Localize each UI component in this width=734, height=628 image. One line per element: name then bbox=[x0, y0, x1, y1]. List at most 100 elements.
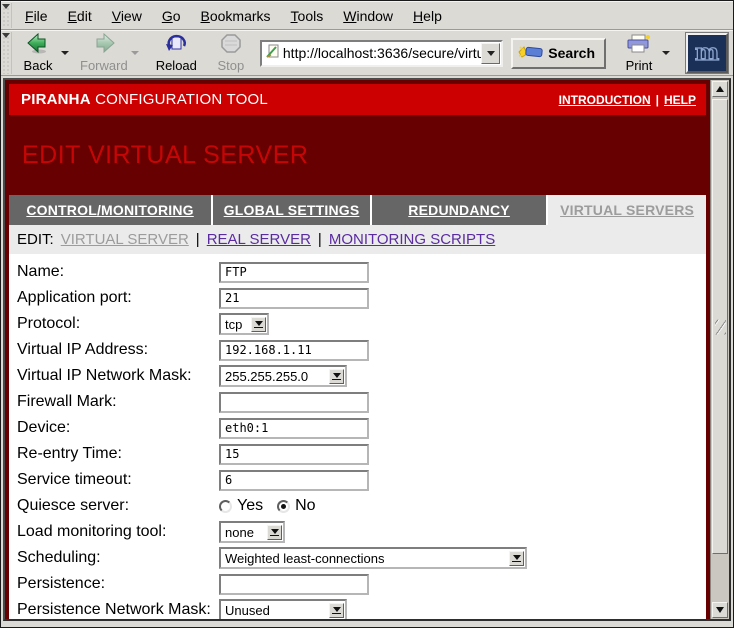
field-label: Load monitoring tool: bbox=[17, 523, 219, 541]
real-server-link[interactable]: REAL SERVER bbox=[207, 231, 311, 248]
back-button[interactable]: Back bbox=[15, 32, 61, 74]
menu-go[interactable]: Go bbox=[152, 3, 191, 29]
reentry-time-input[interactable] bbox=[219, 444, 369, 465]
mozilla-logo[interactable]: m bbox=[686, 33, 728, 73]
menu-file[interactable]: File bbox=[15, 3, 58, 29]
application-port-input[interactable] bbox=[219, 288, 369, 309]
persistence-mask-value: Unused bbox=[221, 603, 329, 618]
field-label: Quiesce server: bbox=[17, 497, 219, 515]
field-label: Virtual IP Address: bbox=[17, 341, 219, 359]
tab-redundancy[interactable]: REDUNDANCY bbox=[372, 195, 546, 225]
form-row-virtual-ip-mask: Virtual IP Network Mask: 255.255.255.0 bbox=[9, 363, 706, 389]
load-monitoring-tool-value: none bbox=[221, 525, 267, 540]
print-dropdown-caret-icon[interactable] bbox=[662, 51, 670, 55]
dropdown-arrow-icon bbox=[329, 369, 344, 384]
quiesce-yes-radio[interactable] bbox=[219, 500, 232, 513]
menu-tools[interactable]: Tools bbox=[281, 3, 334, 29]
field-label: Scheduling: bbox=[17, 549, 219, 567]
protocol-select[interactable]: tcp bbox=[219, 313, 269, 335]
menu-view[interactable]: View bbox=[102, 3, 152, 29]
help-link[interactable]: HELP bbox=[664, 93, 696, 107]
page-title: EDIT VIRTUAL SERVER bbox=[22, 141, 706, 170]
field-label: Persistence Network Mask: bbox=[17, 601, 219, 619]
toolbar-grippy[interactable] bbox=[2, 3, 12, 28]
form-row-application-port: Application port: bbox=[9, 285, 706, 311]
forward-dropdown-caret-icon[interactable] bbox=[131, 51, 139, 55]
stop-icon bbox=[220, 33, 242, 57]
search-button[interactable]: Search bbox=[511, 38, 606, 69]
content-panel: CONTROL/MONITORING GLOBAL SETTINGS REDUN… bbox=[9, 195, 706, 619]
quiesce-no-label: No bbox=[295, 497, 315, 515]
dropdown-arrow-icon bbox=[329, 603, 344, 618]
field-label: Application port: bbox=[17, 289, 219, 307]
reload-button[interactable]: Reload bbox=[153, 32, 200, 74]
scroll-up-button[interactable] bbox=[712, 81, 728, 97]
form-row-firewall-mark: Firewall Mark: bbox=[9, 389, 706, 415]
device-input[interactable] bbox=[219, 418, 369, 439]
form-row-persistence-mask: Persistence Network Mask: Unused bbox=[9, 597, 706, 619]
arrow-up-icon bbox=[716, 86, 724, 92]
app-title: PIRANHA CONFIGURATION TOOL bbox=[21, 91, 268, 108]
menu-bookmarks[interactable]: Bookmarks bbox=[191, 3, 281, 29]
vertical-scrollbar[interactable] bbox=[710, 80, 729, 619]
print-button[interactable]: Print bbox=[616, 32, 662, 74]
forward-arrow-icon bbox=[92, 33, 116, 57]
menu-window[interactable]: Window bbox=[333, 3, 403, 29]
quiesce-radio-group: Yes No bbox=[219, 497, 330, 515]
scheduling-value: Weighted least-connections bbox=[221, 551, 509, 566]
header-link-separator: | bbox=[656, 93, 659, 107]
svg-text:m: m bbox=[695, 39, 719, 66]
toolbar-grippy[interactable] bbox=[2, 32, 12, 74]
url-history-dropdown-button[interactable] bbox=[481, 43, 500, 64]
virtual-ip-input[interactable] bbox=[219, 340, 369, 361]
quiesce-yes-label: Yes bbox=[237, 497, 263, 515]
tab-global-settings[interactable]: GLOBAL SETTINGS bbox=[213, 195, 370, 225]
field-label: Virtual IP Network Mask: bbox=[17, 367, 219, 385]
virtual-ip-mask-select[interactable]: 255.255.255.0 bbox=[219, 365, 347, 387]
field-label: Persistence: bbox=[17, 575, 219, 593]
load-monitoring-tool-select[interactable]: none bbox=[219, 521, 285, 543]
browser-window: File Edit View Go Bookmarks Tools Window… bbox=[0, 0, 734, 628]
reload-icon bbox=[164, 33, 188, 57]
persistence-mask-select[interactable]: Unused bbox=[219, 599, 347, 619]
menu-help[interactable]: Help bbox=[403, 3, 452, 29]
subnav-separator: | bbox=[318, 231, 322, 248]
menu-bar: File Edit View Go Bookmarks Tools Window… bbox=[1, 1, 733, 30]
field-label: Firewall Mark: bbox=[17, 393, 219, 411]
introduction-link[interactable]: INTRODUCTION bbox=[559, 93, 651, 107]
url-input[interactable]: http://localhost:3636/secure/virtual_edi… bbox=[283, 45, 481, 61]
field-label: Name: bbox=[17, 263, 219, 281]
monitoring-scripts-link[interactable]: MONITORING SCRIPTS bbox=[329, 231, 495, 248]
scroll-down-button[interactable] bbox=[712, 602, 728, 618]
forward-button[interactable]: Forward bbox=[77, 32, 131, 74]
persistence-input[interactable] bbox=[219, 574, 369, 595]
form-row-scheduling: Scheduling: Weighted least-connections bbox=[9, 545, 706, 571]
chevron-down-icon bbox=[487, 51, 495, 56]
app-title-brand: PIRANHA bbox=[21, 91, 91, 108]
dropdown-arrow-icon bbox=[509, 551, 524, 566]
subnav-prefix: EDIT: bbox=[17, 231, 54, 248]
scrollbar-thumb[interactable] bbox=[712, 99, 728, 554]
firewall-mark-input[interactable] bbox=[219, 392, 369, 413]
name-input[interactable] bbox=[219, 262, 369, 283]
tab-virtual-servers[interactable]: VIRTUAL SERVERS bbox=[548, 195, 706, 225]
app-title-rest: CONFIGURATION TOOL bbox=[91, 91, 268, 108]
back-dropdown-caret-icon[interactable] bbox=[61, 51, 69, 55]
printer-icon bbox=[626, 34, 652, 57]
tab-control-monitoring[interactable]: CONTROL/MONITORING bbox=[9, 195, 211, 225]
service-timeout-input[interactable] bbox=[219, 470, 369, 491]
form-row-load-monitoring-tool: Load monitoring tool: none bbox=[9, 519, 706, 545]
back-arrow-icon bbox=[26, 33, 50, 57]
form-row-reentry-time: Re-entry Time: bbox=[9, 441, 706, 467]
quiesce-no-radio[interactable] bbox=[277, 500, 290, 513]
form-row-virtual-ip: Virtual IP Address: bbox=[9, 337, 706, 363]
scheduling-select[interactable]: Weighted least-connections bbox=[219, 547, 527, 569]
field-label: Device: bbox=[17, 419, 219, 437]
piranha-page: PIRANHA CONFIGURATION TOOL INTRODUCTION … bbox=[5, 80, 710, 619]
menu-edit[interactable]: Edit bbox=[58, 3, 102, 29]
back-button-label: Back bbox=[24, 58, 53, 73]
url-bar[interactable]: http://localhost:3636/secure/virtual_edi… bbox=[260, 40, 503, 67]
stop-button[interactable]: Stop bbox=[208, 32, 254, 74]
browser-viewport: PIRANHA CONFIGURATION TOOL INTRODUCTION … bbox=[3, 78, 731, 621]
field-label: Service timeout: bbox=[17, 471, 219, 489]
